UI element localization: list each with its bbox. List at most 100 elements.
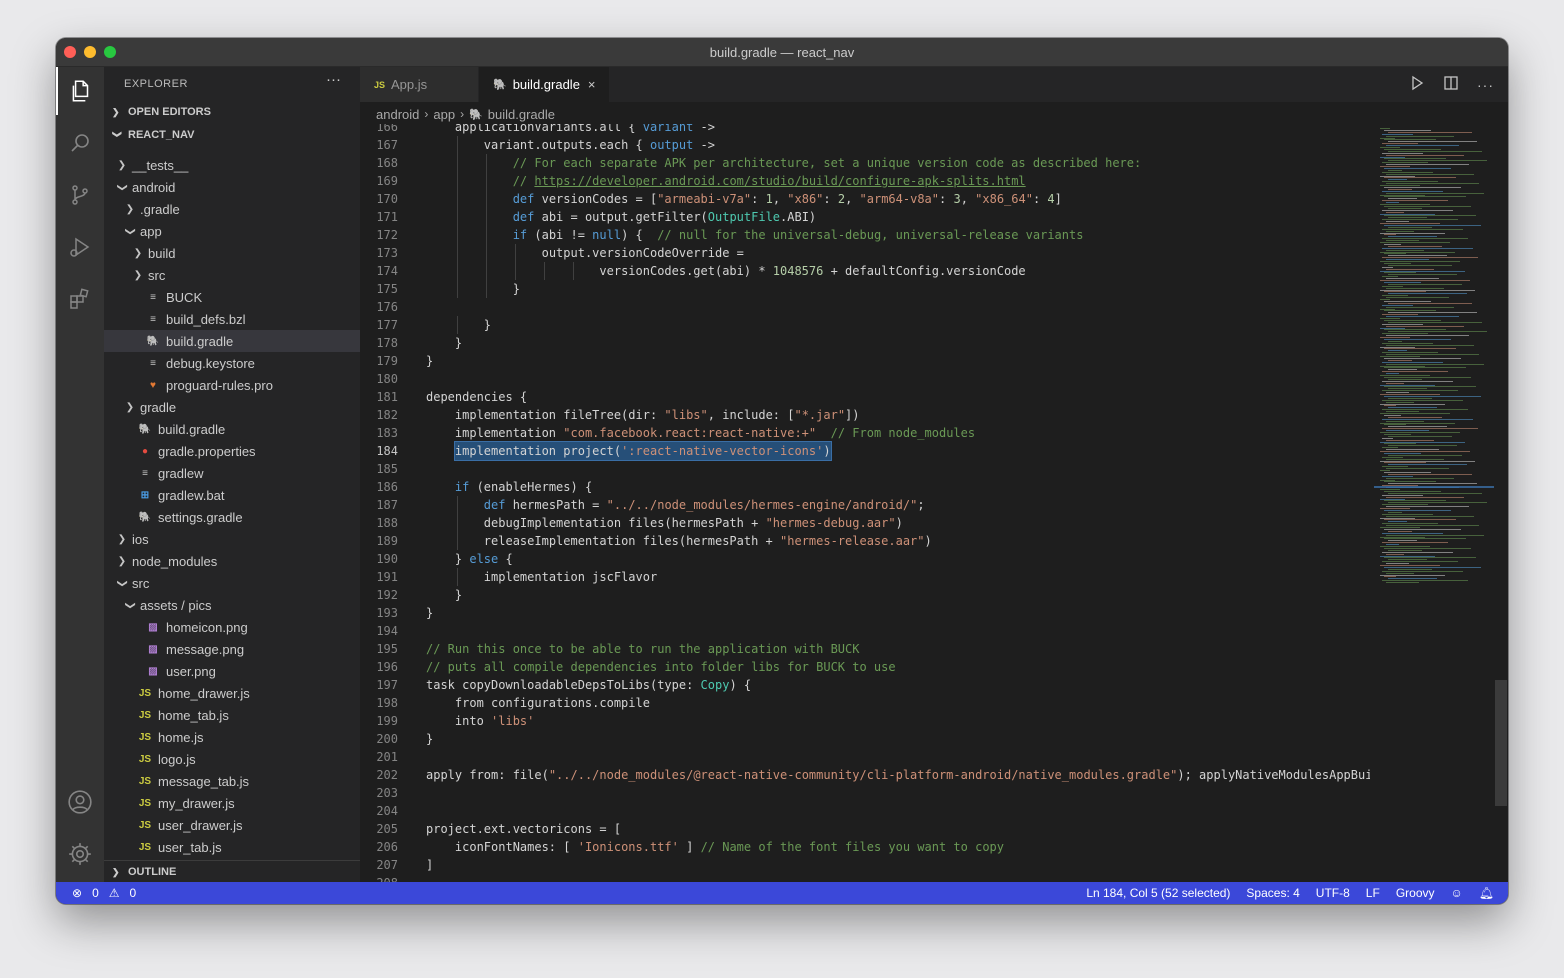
files-icon[interactable] bbox=[56, 67, 104, 115]
more-actions-icon[interactable]: ··· bbox=[1477, 77, 1494, 93]
tree-file[interactable]: ▨ user.png bbox=[104, 660, 360, 682]
tree-file[interactable]: JS my_drawer.js bbox=[104, 792, 360, 814]
code-line[interactable]: 194 bbox=[360, 622, 1370, 640]
code-line[interactable]: 174 versionCodes.get(abi) * 1048576 + def… bbox=[360, 262, 1370, 280]
code-line[interactable]: 177} bbox=[360, 316, 1370, 334]
tree-file[interactable]: JS logo.js bbox=[104, 748, 360, 770]
tree-file[interactable]: JS user_tab.js bbox=[104, 836, 360, 857]
code-line[interactable]: 196 // puts all compile dependencies into… bbox=[360, 658, 1370, 676]
tree-folder[interactable]: ❯ app bbox=[104, 220, 360, 242]
code-line[interactable]: 168 // For each separate APK per architec… bbox=[360, 154, 1370, 172]
tree-file[interactable]: JS user_drawer.js bbox=[104, 814, 360, 836]
code-line[interactable]: 191 implementation jscFlavor bbox=[360, 568, 1370, 586]
tree-file[interactable]: JS home.js bbox=[104, 726, 360, 748]
code-line[interactable]: 167 variant.outputs.each { output -> bbox=[360, 136, 1370, 154]
breadcrumb-android[interactable]: android bbox=[376, 107, 419, 122]
tree-folder[interactable]: ❯ node_modules bbox=[104, 550, 360, 572]
extensions-icon[interactable] bbox=[56, 275, 104, 323]
settings-gear-icon[interactable] bbox=[56, 830, 104, 878]
end-of-line[interactable]: LF bbox=[1366, 886, 1380, 900]
tree-file[interactable]: ≡ BUCK bbox=[104, 286, 360, 308]
outline-section[interactable]: ❯ OUTLINE bbox=[104, 860, 360, 882]
code-line[interactable]: 200} bbox=[360, 730, 1370, 748]
minimap-viewport[interactable] bbox=[1374, 486, 1494, 488]
tree-file[interactable]: ▨ message.png bbox=[104, 638, 360, 660]
tree-folder[interactable]: ❯ .gradle bbox=[104, 198, 360, 220]
account-icon[interactable] bbox=[56, 778, 104, 826]
code-line[interactable]: 205 project.ext.vectoricons = [ bbox=[360, 820, 1370, 838]
code-line[interactable]: 202 apply from: file("../../node_modules/… bbox=[360, 766, 1370, 784]
tree-folder[interactable]: ❯ src bbox=[104, 572, 360, 594]
tree-file[interactable]: 🐘 build.gradle bbox=[104, 418, 360, 440]
code-line[interactable]: 173 output.versionCodeOverride = bbox=[360, 244, 1370, 262]
tree-file[interactable]: ≡ build_defs.bzl bbox=[104, 308, 360, 330]
code-line[interactable]: 166 applicationVariants.all { variant -> bbox=[360, 124, 1370, 136]
code-line[interactable]: 185 bbox=[360, 460, 1370, 478]
code-line[interactable]: 170 def versionCodes = ["armeabi-v7a": 1,… bbox=[360, 190, 1370, 208]
run-icon[interactable] bbox=[1409, 75, 1425, 94]
code-line[interactable]: 208 bbox=[360, 874, 1370, 882]
feedback-icon[interactable]: ☺ bbox=[1451, 886, 1463, 900]
code-line[interactable]: 203 bbox=[360, 784, 1370, 802]
scrollbar-thumb[interactable] bbox=[1495, 680, 1507, 806]
code-line[interactable]: 186 if (enableHermes) { bbox=[360, 478, 1370, 496]
run-debug-icon[interactable] bbox=[56, 223, 104, 271]
tree-file[interactable]: ♥ proguard-rules.pro bbox=[104, 374, 360, 396]
code-editor[interactable]: 166 applicationVariants.all { variant -> 1… bbox=[360, 124, 1370, 882]
code-line[interactable]: 187 def hermesPath = "../../node_modules/… bbox=[360, 496, 1370, 514]
language-mode[interactable]: Groovy bbox=[1396, 886, 1435, 900]
tree-file[interactable]: JS message_tab.js bbox=[104, 770, 360, 792]
indentation[interactable]: Spaces: 4 bbox=[1246, 886, 1299, 900]
notifications-icon[interactable]: 🔔︎ bbox=[1479, 886, 1494, 900]
code-line[interactable]: 193} bbox=[360, 604, 1370, 622]
code-line[interactable]: 178} bbox=[360, 334, 1370, 352]
split-editor-icon[interactable] bbox=[1443, 75, 1459, 94]
code-line[interactable]: 190} else { bbox=[360, 550, 1370, 568]
source-control-icon[interactable] bbox=[56, 171, 104, 219]
code-line[interactable]: 206 iconFontNames: [ 'Ionicons.ttf' ] // … bbox=[360, 838, 1370, 856]
tree-file[interactable]: JS home_tab.js bbox=[104, 704, 360, 726]
tree-folder[interactable]: ❯ assets / pics bbox=[104, 594, 360, 616]
encoding[interactable]: UTF-8 bbox=[1316, 886, 1350, 900]
code-line[interactable]: 204 bbox=[360, 802, 1370, 820]
tree-file[interactable]: ⊞ gradlew.bat bbox=[104, 484, 360, 506]
tree-folder[interactable]: ❯ build bbox=[104, 242, 360, 264]
code-line[interactable]: 192} bbox=[360, 586, 1370, 604]
tree-file[interactable]: 🐘 settings.gradle bbox=[104, 506, 360, 528]
code-line[interactable]: 197 task copyDownloadableDepsToLibs(type:… bbox=[360, 676, 1370, 694]
explorer-more-icon[interactable]: ··· bbox=[326, 71, 341, 88]
code-line[interactable]: 199 into 'libs' bbox=[360, 712, 1370, 730]
breadcrumb-app[interactable]: app bbox=[433, 107, 455, 122]
tree-file[interactable]: JS home_drawer.js bbox=[104, 682, 360, 704]
tree-folder[interactable]: ❯ ios bbox=[104, 528, 360, 550]
code-line[interactable]: 189 releaseImplementation files(hermesPat… bbox=[360, 532, 1370, 550]
minimap[interactable] bbox=[1374, 124, 1494, 882]
tab-app-js[interactable]: JS App.js bbox=[360, 67, 478, 102]
code-line[interactable]: 207] bbox=[360, 856, 1370, 874]
code-line[interactable]: 171 def abi = output.getFilter(OutputFile… bbox=[360, 208, 1370, 226]
problems-indicator[interactable]: ⊗ 0 ⚠ 0 bbox=[72, 886, 136, 900]
tree-folder[interactable]: ❯ __tests__ bbox=[104, 154, 360, 176]
code-line[interactable]: 182 implementation fileTree(dir: "libs", … bbox=[360, 406, 1370, 424]
tree-folder[interactable]: ❯ android bbox=[104, 176, 360, 198]
open-editors-section[interactable]: ❯ OPEN EDITORS bbox=[104, 101, 360, 123]
tree-file[interactable]: ● gradle.properties bbox=[104, 440, 360, 462]
breadcrumb-file[interactable]: build.gradle bbox=[488, 107, 555, 122]
code-line[interactable]: 180 bbox=[360, 370, 1370, 388]
vertical-scrollbar[interactable] bbox=[1494, 124, 1508, 882]
code-line[interactable]: 201 bbox=[360, 748, 1370, 766]
code-line[interactable]: 198 from configurations.compile bbox=[360, 694, 1370, 712]
code-line[interactable]: 183 implementation "com.facebook.react:re… bbox=[360, 424, 1370, 442]
code-line[interactable]: 175} bbox=[360, 280, 1370, 298]
code-line[interactable]: 179} bbox=[360, 352, 1370, 370]
code-line[interactable]: 172 if (abi != null) { // null for the un… bbox=[360, 226, 1370, 244]
code-line[interactable]: 195 // Run this once to be able to run th… bbox=[360, 640, 1370, 658]
tree-file[interactable]: ≡ gradlew bbox=[104, 462, 360, 484]
close-tab-icon[interactable]: × bbox=[588, 77, 596, 92]
tab-build-gradle[interactable]: 🐘 build.gradle × bbox=[479, 67, 609, 102]
project-section[interactable]: ❯ REACT_NAV bbox=[104, 124, 360, 146]
tree-folder[interactable]: ❯ src bbox=[104, 264, 360, 286]
code-line[interactable]: 184 implementation project(':react-native… bbox=[360, 441, 1370, 461]
code-line[interactable]: 169 // https://developer.android.com/stud… bbox=[360, 172, 1370, 190]
tree-file[interactable]: ≡ debug.keystore bbox=[104, 352, 360, 374]
